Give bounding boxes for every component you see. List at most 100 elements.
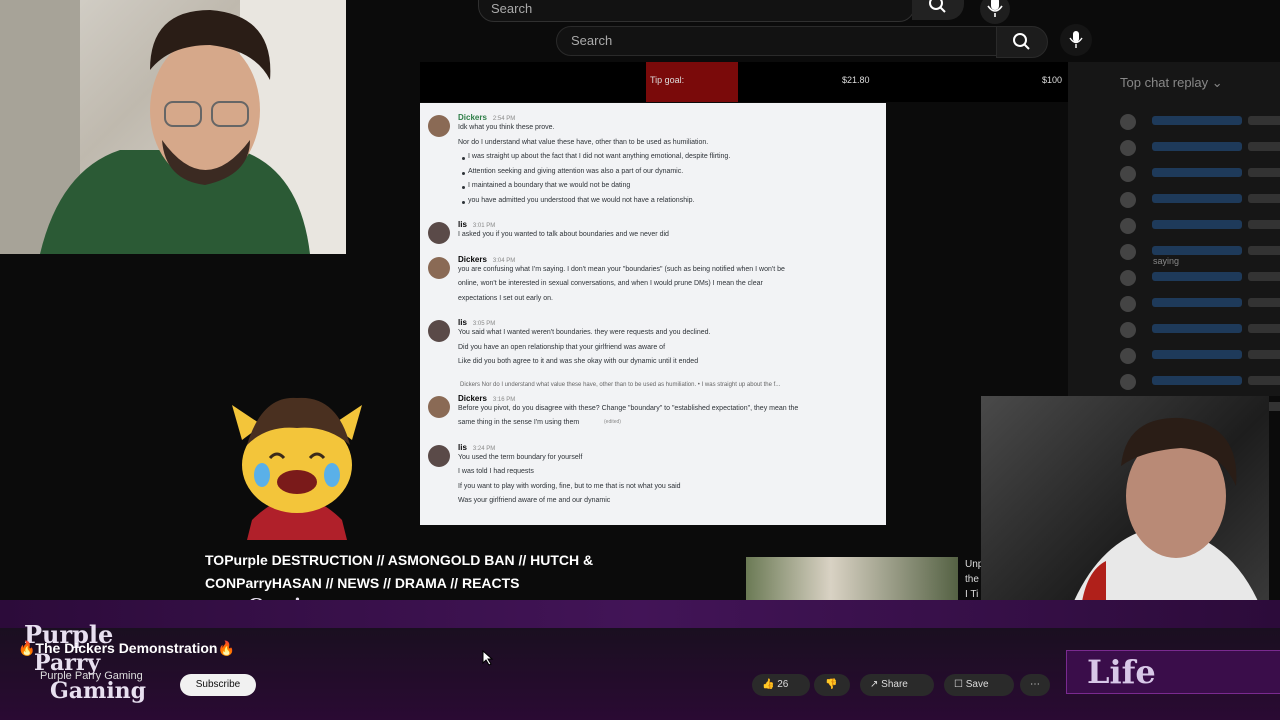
message-line: Idk what you think these prove.	[458, 124, 555, 131]
chat-author-blur	[1152, 220, 1242, 229]
message-line: Like did you both agree to it and was sh…	[458, 358, 699, 365]
message-author: Dickers 3:04 PM	[458, 254, 516, 264]
more-actions-button[interactable]: ⋯	[1020, 674, 1050, 696]
discord-screenshot: Dickers 2:54 PM Idk what you think these p…	[420, 103, 886, 525]
chat-author-blur	[1152, 142, 1242, 151]
microphone-icon	[987, 0, 1003, 17]
top-search-button[interactable]	[912, 0, 964, 20]
tip-goal-target: $100	[1042, 75, 1063, 85]
message-line: I was told I had requests	[458, 468, 534, 475]
save-button[interactable]: ☐ Save	[944, 674, 1014, 696]
avatar	[428, 444, 450, 467]
message-line: Did you have an open relationship that y…	[458, 343, 666, 351]
search-icon	[1013, 33, 1030, 50]
chat-text-blur	[1248, 376, 1280, 385]
chat-text-blur	[1248, 142, 1280, 151]
thumbs-down-icon: 👎	[825, 679, 838, 690]
avatar	[428, 222, 450, 244]
bullet-dot	[462, 157, 465, 160]
avatar	[1120, 166, 1136, 182]
chat-author-blur	[1152, 272, 1242, 281]
message-line: Before you pivot, do you disagree with t…	[458, 404, 799, 412]
bullet-line: I was straight up about the fact that I …	[468, 153, 731, 160]
chat-text-blur	[1248, 194, 1280, 203]
secondary-webcam	[981, 396, 1269, 608]
bullet-line: you have admitted you understood that we…	[468, 196, 695, 204]
message-author: lis 3:05 PM	[458, 318, 496, 327]
search-input[interactable]: Search	[556, 26, 998, 56]
message-author: lis 3:01 PM	[458, 220, 496, 229]
tip-goal-current: $21.80	[842, 75, 870, 85]
avatar	[428, 115, 450, 137]
dislike-button[interactable]: 👎	[814, 674, 850, 696]
chat-replay-panel	[1068, 62, 1280, 396]
microphone-button[interactable]	[1060, 24, 1092, 56]
avatar	[1120, 348, 1136, 364]
stream-title: 🔥The Dickers Demonstration🔥	[18, 640, 235, 656]
avatar	[428, 320, 450, 342]
share-button[interactable]: ↗ Share	[860, 674, 934, 696]
avatar	[1120, 270, 1136, 286]
mouse-cursor	[482, 650, 494, 666]
message-author: lis 3:24 PM	[458, 442, 496, 452]
chat-author-blur	[1152, 116, 1242, 125]
bullet-dot	[462, 171, 465, 175]
message-time: 3:01 PM	[472, 223, 496, 229]
message-line: I asked you if you wanted to talk about …	[458, 231, 669, 238]
message-line: You used the term boundary for yourself	[458, 453, 583, 461]
message-line: you are confusing what I'm saying. I don…	[458, 265, 785, 273]
bullet-line: I maintained a boundary that we would no…	[468, 182, 631, 189]
chat-text-blur	[1248, 272, 1280, 281]
bullet-dot	[462, 186, 465, 189]
message-author: Dickers 2:54 PM	[458, 113, 516, 122]
tip-goal-label: Tip goal:	[650, 75, 685, 85]
chat-author-blur	[1152, 298, 1242, 307]
streamer-webcam	[0, 0, 346, 254]
channel-name[interactable]: Purple Parry Gaming	[40, 670, 143, 682]
chat-snippet: saying	[1153, 256, 1180, 266]
message-line: You said what I wanted weren't boundarie…	[458, 329, 711, 336]
message-line: same thing in the sense I'm using them	[458, 419, 580, 426]
chat-author-blur	[1152, 324, 1242, 333]
chat-text-blur	[1248, 116, 1280, 125]
subscribe-button[interactable]: Subscribe	[180, 674, 256, 696]
message-line: Nor do I understand what value these hav…	[458, 138, 709, 146]
message-time: 3:16 PM	[492, 396, 516, 403]
message-time: 3:05 PM	[472, 321, 496, 327]
bookmark-icon: ☐	[954, 679, 963, 690]
chat-author-blur	[1152, 350, 1242, 359]
avatar	[1120, 218, 1136, 234]
message-line: expectations I set out early on.	[458, 294, 553, 302]
recommended-video-thumbnail[interactable]	[746, 557, 958, 601]
purple-stripe	[0, 600, 1280, 628]
message-line: online, won't be interested in sexual co…	[458, 280, 763, 287]
avatar	[1120, 192, 1136, 208]
message-time: 2:54 PM	[492, 116, 516, 122]
message-line: Was your girlfriend aware of me and our …	[458, 497, 611, 504]
search-button[interactable]	[996, 26, 1048, 58]
message-time: 3:04 PM	[492, 257, 516, 264]
chat-author-blur	[1152, 194, 1242, 203]
chat-replay-title[interactable]: Top chat replay ⌄	[1120, 75, 1223, 91]
purple-parry-logo: Purple Parry Gaming	[24, 620, 147, 704]
chat-text-blur	[1248, 168, 1280, 177]
avatar	[1120, 322, 1136, 338]
message-author: Dickers 3:16 PM	[458, 393, 516, 403]
chat-text-blur	[1248, 324, 1280, 333]
chevron-down-icon: ⌄	[1211, 75, 1223, 90]
top-mic-button[interactable]	[980, 0, 1010, 24]
message-time: 3:24 PM	[472, 445, 496, 452]
avatar	[1120, 244, 1136, 260]
avatar	[1120, 114, 1136, 130]
search-icon	[929, 0, 946, 13]
message-line: If you want to play with wording, fine, …	[458, 482, 681, 490]
share-icon: ↗	[870, 679, 879, 690]
chat-text-blur	[1248, 246, 1280, 255]
like-button[interactable]: 👍 26	[752, 674, 810, 696]
avatar	[428, 395, 450, 418]
mascot-emote	[222, 380, 372, 540]
chat-text-blur	[1248, 350, 1280, 359]
chat-text-blur	[1248, 220, 1280, 229]
top-search-input[interactable]: Search	[478, 0, 915, 22]
webcam-figure-2	[1071, 417, 1261, 608]
